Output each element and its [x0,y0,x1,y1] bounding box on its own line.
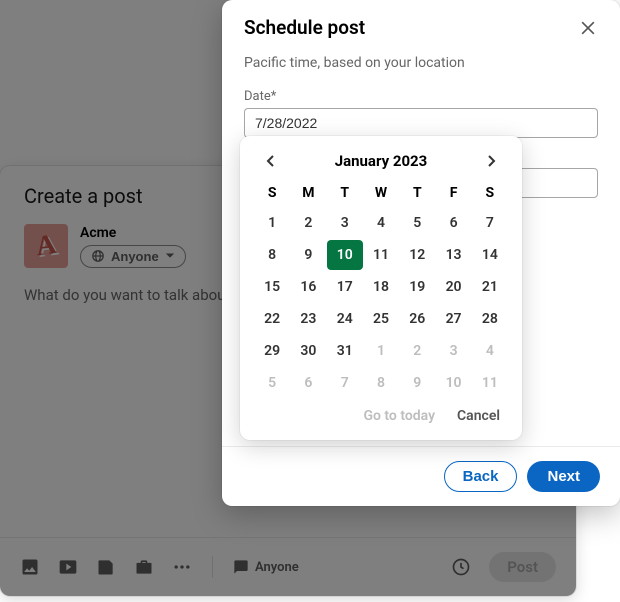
go-to-today-button[interactable]: Go to today [363,408,435,424]
date-input[interactable] [244,108,598,138]
calendar-day[interactable]: 19 [399,272,435,302]
calendar-day[interactable]: 5 [399,208,435,238]
calendar-day[interactable]: 20 [435,272,471,302]
close-button[interactable] [578,18,598,38]
calendar-day[interactable]: 24 [327,304,363,334]
calendar-dow: S [254,180,290,206]
calendar-day: 3 [435,336,471,366]
calendar-day[interactable]: 18 [363,272,399,302]
calendar-day: 6 [290,368,326,398]
calendar-cancel-button[interactable]: Cancel [457,408,500,424]
calendar-day[interactable]: 17 [327,272,363,302]
calendar-day[interactable]: 23 [290,304,326,334]
calendar-day: 8 [363,368,399,398]
calendar-day: 2 [399,336,435,366]
close-icon [578,18,598,38]
timezone-info: Pacific time, based on your location [244,55,598,71]
calendar-day: 4 [472,336,508,366]
calendar-day[interactable]: 12 [399,240,435,270]
calendar-day[interactable]: 1 [254,208,290,238]
calendar-day[interactable]: 14 [472,240,508,270]
calendar-day[interactable]: 8 [254,240,290,270]
calendar-day[interactable]: 26 [399,304,435,334]
calendar-day: 1 [363,336,399,366]
calendar-day[interactable]: 4 [363,208,399,238]
back-button[interactable]: Back [444,461,518,492]
calendar-day[interactable]: 6 [435,208,471,238]
calendar-day[interactable]: 15 [254,272,290,302]
calendar-day: 11 [472,368,508,398]
schedule-title: Schedule post [244,16,365,39]
calendar-day[interactable]: 29 [254,336,290,366]
calendar-day[interactable]: 31 [327,336,363,366]
calendar-day[interactable]: 28 [472,304,508,334]
calendar-title: January 2023 [335,152,428,170]
calendar-day[interactable]: 22 [254,304,290,334]
calendar-popover: January 2023 SMTWTFS12345678910111213141… [240,136,522,440]
calendar-day[interactable]: 16 [290,272,326,302]
calendar-day[interactable]: 2 [290,208,326,238]
calendar-dow: T [327,180,363,206]
calendar-day[interactable]: 30 [290,336,326,366]
calendar-day[interactable]: 9 [290,240,326,270]
calendar-day[interactable]: 11 [363,240,399,270]
calendar-day: 7 [327,368,363,398]
calendar-day: 9 [399,368,435,398]
calendar-dow: S [472,180,508,206]
calendar-prev-button[interactable] [260,150,282,172]
date-label: Date* [244,89,598,104]
calendar-dow: W [363,180,399,206]
calendar-day: 5 [254,368,290,398]
calendar-day[interactable]: 13 [435,240,471,270]
calendar-dow: T [399,180,435,206]
calendar-day[interactable]: 25 [363,304,399,334]
calendar-dow: M [290,180,326,206]
calendar-day[interactable]: 27 [435,304,471,334]
next-button[interactable]: Next [527,461,600,492]
calendar-day[interactable]: 7 [472,208,508,238]
calendar-day[interactable]: 10 [327,240,363,270]
calendar-next-button[interactable] [480,150,502,172]
calendar-day[interactable]: 21 [472,272,508,302]
calendar-dow: F [435,180,471,206]
calendar-day[interactable]: 3 [327,208,363,238]
calendar-day: 10 [435,368,471,398]
